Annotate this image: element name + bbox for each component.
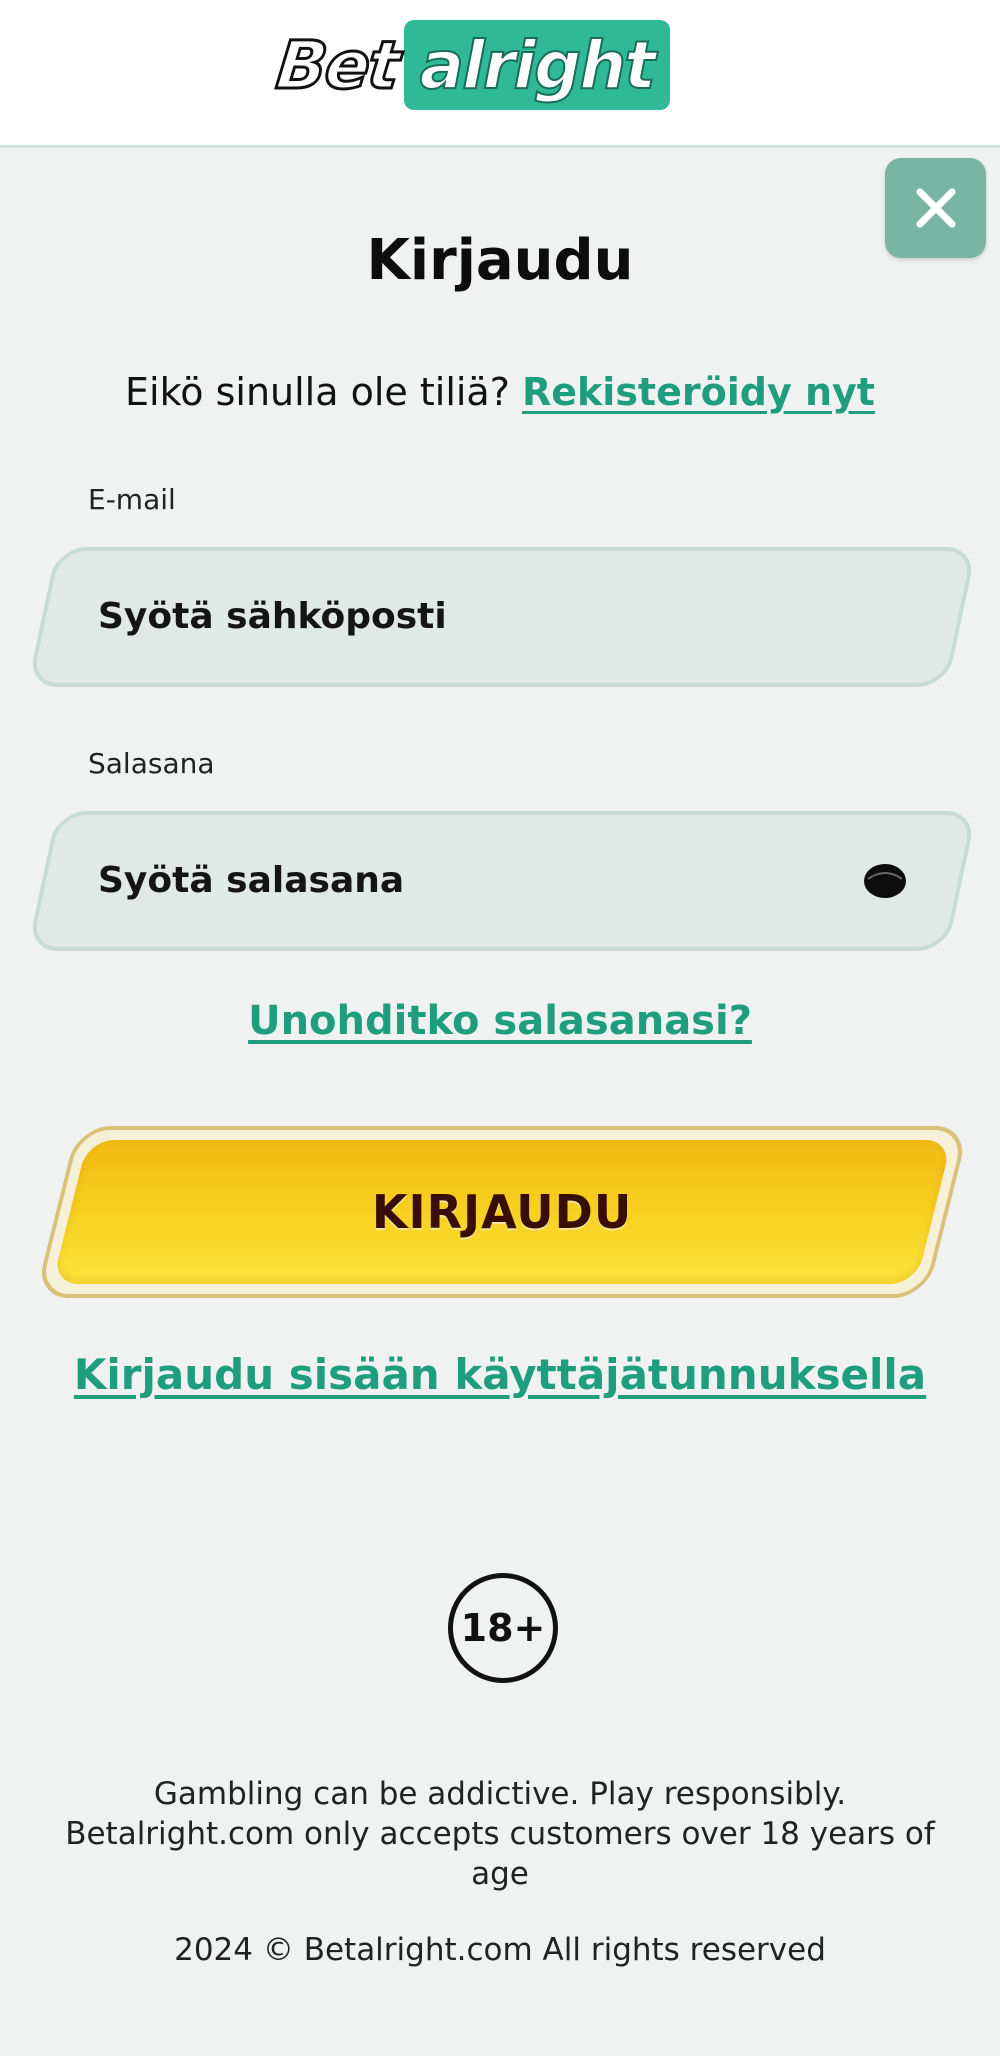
logo-alright-text: alright: [403, 20, 670, 110]
email-placeholder: Syötä sähköposti: [98, 596, 447, 637]
register-prompt-text: Eikö sinulla ole tiliä?: [125, 370, 510, 414]
password-label: Salasana: [88, 747, 215, 780]
disclaimer-line-2: Betalright.com only accepts customers ov…: [65, 1816, 935, 1892]
forgot-password-link[interactable]: Unohditko salasanasi?: [0, 998, 1000, 1044]
brand-logo[interactable]: Bet alright: [271, 20, 727, 110]
site-header: Bet alright: [0, 0, 1000, 148]
email-field[interactable]: Syötä sähköposti: [27, 547, 977, 687]
register-link[interactable]: Rekisteröidy nyt: [522, 370, 875, 414]
copyright-text: 2024 © Betalright.com All rights reserve…: [174, 1932, 826, 1968]
password-placeholder: Syötä salasana: [98, 860, 405, 901]
close-icon: [916, 188, 955, 228]
login-page: Bet alright Kirjaudu Eikö sinulla ole ti…: [0, 0, 1000, 2056]
gambling-disclaimer: Gambling can be addictive. Play responsi…: [40, 1774, 960, 1894]
email-label: E-mail: [88, 483, 176, 516]
login-button-label: KIRJAUDU: [371, 1185, 633, 1239]
login-button[interactable]: KIRJAUDU: [34, 1126, 970, 1298]
logo-bet-text: Bet: [271, 25, 403, 105]
age-restriction-badge: 18+: [448, 1573, 558, 1683]
username-login-link[interactable]: Kirjaudu sisään käyttäjätunnuksella: [0, 1350, 1000, 1399]
eye-icon[interactable]: [862, 859, 908, 903]
page-title: Kirjaudu: [366, 228, 634, 293]
password-field[interactable]: Syötä salasana: [27, 811, 977, 951]
disclaimer-line-1: Gambling can be addictive. Play responsi…: [153, 1776, 847, 1812]
register-prompt-line: Eikö sinulla ole tiliä? Rekisteröidy nyt: [0, 370, 1000, 414]
